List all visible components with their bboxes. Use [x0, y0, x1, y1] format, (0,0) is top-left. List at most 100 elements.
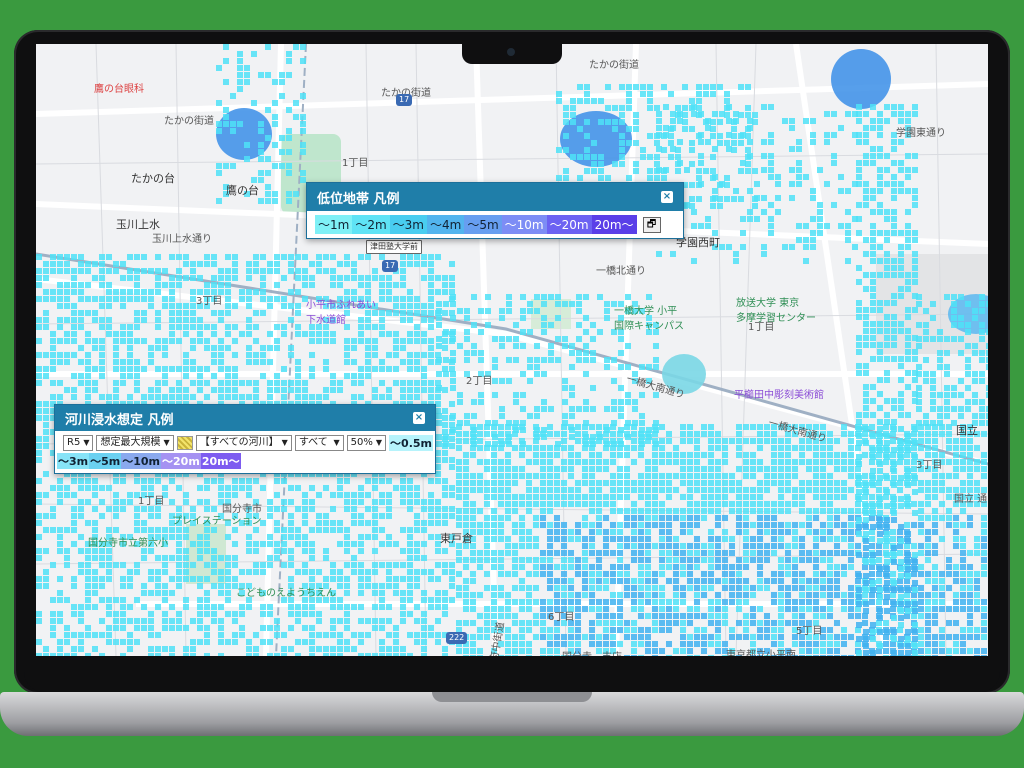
flood-cell [944, 336, 950, 342]
flood-cell [78, 261, 84, 267]
flood-cell [603, 585, 609, 591]
flood-cell [443, 301, 449, 307]
flood-cell [619, 112, 625, 118]
flood-cell [176, 485, 182, 491]
flood-cell [407, 590, 413, 596]
flood-cell [512, 634, 518, 640]
flood-cell [799, 508, 805, 514]
flood-cell [197, 548, 203, 554]
flood-cell [43, 289, 49, 295]
flood-cell [785, 438, 791, 444]
flood-cell [918, 529, 924, 535]
flood-cell [582, 592, 588, 598]
flood-cell [547, 634, 553, 640]
flood-cell [43, 317, 49, 323]
flood-cell [666, 438, 672, 444]
flood-cell [85, 653, 91, 656]
flood-cell [295, 275, 301, 281]
flood-cell [891, 496, 897, 502]
flood-cell [979, 308, 985, 314]
flood-cell [652, 578, 658, 584]
flood-cell [520, 294, 526, 300]
flood-cell [645, 550, 651, 556]
flood-cell [540, 459, 546, 465]
flood-cell [848, 508, 854, 514]
flood-cell [428, 261, 434, 267]
flood-cell [687, 431, 693, 437]
flood-cell [778, 557, 784, 563]
flood-cell [239, 485, 245, 491]
flood-cell [610, 641, 616, 647]
map-screen[interactable]: 鷹の台眼科 たかの街道 たかの街道 たかの街道 たかの台 鷹の台 玉川上水 玉川… [36, 44, 988, 656]
flood-cell [827, 487, 833, 493]
flood-cell [673, 515, 679, 521]
flood-cell [450, 413, 456, 419]
flood-cell [526, 585, 532, 591]
flood-cell [813, 452, 819, 458]
flood-cell [757, 564, 763, 570]
flood-cell [414, 576, 420, 582]
flood-cell [351, 541, 357, 547]
flood-cell [267, 387, 273, 393]
flood-cell [856, 524, 862, 530]
flood-cell [246, 646, 252, 652]
flood-cell [414, 639, 420, 645]
flood-cell [827, 452, 833, 458]
flood-cell [736, 599, 742, 605]
flood-cell [562, 378, 568, 384]
flood-cell [204, 485, 210, 491]
flood-cell [106, 562, 112, 568]
flood-cell [792, 606, 798, 612]
flood-cell [464, 308, 470, 314]
flood-cell [78, 268, 84, 274]
flood-cell [701, 592, 707, 598]
flood-cell [618, 406, 624, 412]
flood-cell [848, 529, 854, 535]
flood-cell [645, 529, 651, 535]
flood-cell [884, 370, 890, 376]
flood-cell [870, 244, 876, 250]
flood-cell [785, 459, 791, 465]
flood-cell [666, 459, 672, 465]
flood-cell [905, 384, 911, 390]
flood-cell [639, 420, 645, 426]
flood-cell [986, 329, 988, 335]
flood-cell [92, 646, 98, 652]
flood-cell [884, 573, 890, 579]
flood-cell [372, 387, 378, 393]
flood-cell [576, 322, 582, 328]
flood-cell [731, 196, 737, 202]
flood-cell [484, 543, 490, 549]
flood-cell [498, 487, 504, 493]
flood-cell [757, 424, 763, 430]
flood-cell [337, 597, 343, 603]
flood-cell [120, 261, 126, 267]
flood-cell [905, 111, 911, 117]
flood-cell [337, 485, 343, 491]
flood-cell [596, 480, 602, 486]
flood-cell [463, 655, 469, 656]
flood-cell [267, 380, 273, 386]
flood-cell [764, 627, 770, 633]
flood-cell [302, 282, 308, 288]
flood-cell [841, 487, 847, 493]
flood-cell [856, 489, 862, 495]
flood-cell [162, 555, 168, 561]
map-canvas[interactable] [36, 44, 988, 656]
flood-cell [877, 426, 883, 432]
flood-cell [918, 613, 924, 619]
flood-cell [884, 454, 890, 460]
flood-cell [905, 167, 911, 173]
flood-cell [722, 536, 728, 542]
flood-cell [563, 175, 569, 181]
flood-cell [898, 104, 904, 110]
flood-cell [176, 555, 182, 561]
flood-cell [646, 294, 652, 300]
flood-cell [792, 494, 798, 500]
flood-cell [958, 336, 964, 342]
flood-cell [491, 480, 497, 486]
flood-cell [302, 611, 308, 617]
flood-cell [274, 261, 280, 267]
flood-cell [85, 478, 91, 484]
flood-cell [351, 499, 357, 505]
